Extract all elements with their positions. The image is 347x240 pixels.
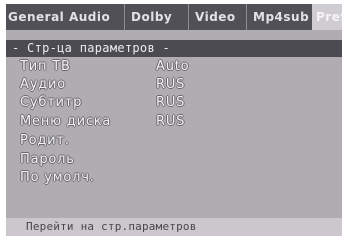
menu-value-tv-type: Auto [156, 59, 190, 74]
tab-video[interactable]: Video [188, 4, 247, 30]
tab-general-audio[interactable]: General Audio [8, 4, 118, 30]
tab-pref[interactable]: Pref [312, 4, 342, 30]
menu-item-parental[interactable]: Родит. [20, 133, 70, 149]
menu-item-subtitle[interactable]: Субтитр [20, 95, 82, 111]
menu-item-default[interactable]: По умолч. [20, 170, 95, 186]
menu-item-disc-menu[interactable]: Меню диска [20, 114, 111, 130]
menu-item-audio[interactable]: Аудио [20, 77, 66, 93]
osd-screen: General Audio Dolby Video Mp4sub Pref - … [6, 4, 342, 236]
status-bar: Перейти на стр.параметров [6, 218, 342, 236]
status-text: Перейти на стр.параметров [26, 220, 197, 233]
tab-mp4sub[interactable]: Mp4sub [246, 4, 315, 30]
menu-value-disc-menu: RUS [156, 114, 186, 129]
menu-header: - Стр-ца параметров - [6, 40, 342, 57]
menu-item-tv-type[interactable]: Тип ТВ [20, 59, 71, 75]
menu-header-title: - Стр-ца параметров - [12, 41, 171, 55]
menu-item-password[interactable]: Пароль [20, 152, 75, 168]
menu-value-subtitle: RUS [156, 95, 186, 110]
menu-value-audio: RUS [156, 77, 186, 92]
tab-bar: General Audio Dolby Video Mp4sub Pref [6, 4, 342, 30]
tab-dolby[interactable]: Dolby [124, 4, 191, 30]
